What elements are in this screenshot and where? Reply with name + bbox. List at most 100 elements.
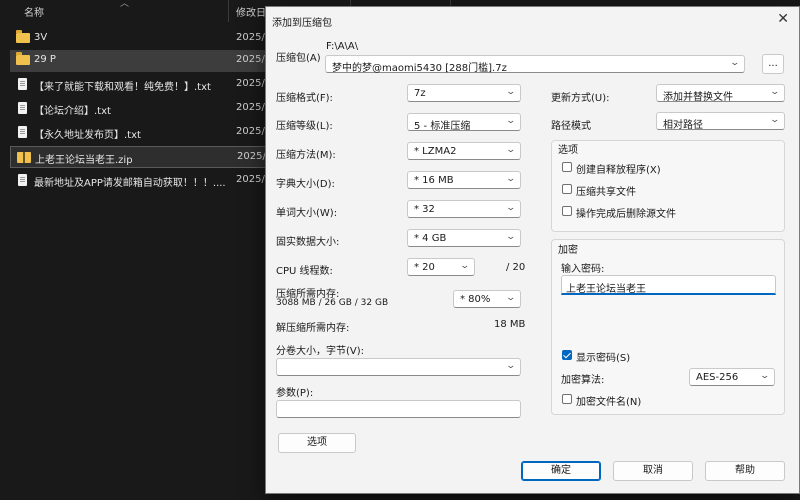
decomp-label: 解压缩所需内存: bbox=[276, 323, 350, 334]
help-button[interactable]: 帮助 bbox=[705, 461, 785, 481]
chevron-down-icon: ⌄ bbox=[505, 361, 517, 371]
file-row-txt1[interactable]: 【来了就能下载和观看！纯免费！】.txt 2025/ bbox=[10, 74, 270, 96]
file-row-29p[interactable]: 29 P 2025/ bbox=[10, 50, 270, 72]
file-row-txt4[interactable]: 最新地址及APP请发邮箱自动获取！！！.... 2025/ bbox=[10, 170, 270, 192]
chevron-down-icon: ⌄ bbox=[459, 261, 471, 271]
file-name: 3V bbox=[34, 32, 48, 43]
file-date: 2025/ bbox=[236, 174, 265, 185]
cpu-select[interactable]: * 20 ⌄ bbox=[407, 258, 475, 276]
text-file-icon bbox=[16, 102, 27, 115]
file-date: 2025/ bbox=[236, 54, 265, 65]
update-label: 更新方式(U): bbox=[551, 93, 610, 104]
format-value: 7z bbox=[414, 88, 426, 99]
file-name: 最新地址及APP请发邮箱自动获取！！！.... bbox=[34, 178, 226, 189]
encrypt-names-checkbox[interactable] bbox=[562, 394, 572, 404]
cpu-label: CPU 线程数: bbox=[276, 266, 333, 277]
show-password-label: 显示密码(S) bbox=[576, 353, 631, 364]
password-label: 输入密码: bbox=[561, 264, 605, 275]
browse-button[interactable]: ... bbox=[762, 54, 784, 74]
chevron-down-icon: ⌄ bbox=[505, 116, 517, 126]
solid-select[interactable]: * 4 GB ⌄ bbox=[407, 229, 521, 247]
path-select[interactable]: 相对路径 ⌄ bbox=[656, 112, 785, 131]
solid-label: 固实数据大小: bbox=[276, 237, 340, 248]
password-value: 上老王论坛当老王 bbox=[566, 284, 646, 295]
text-file-icon bbox=[16, 78, 27, 91]
file-row-txt3[interactable]: 【永久地址发布页】.txt 2025/ bbox=[10, 122, 270, 144]
folder-icon bbox=[16, 52, 30, 65]
file-date: 2025/ bbox=[236, 32, 265, 43]
file-date: 2025/ bbox=[236, 102, 265, 113]
file-date: 2025/ bbox=[236, 78, 265, 89]
options-group-title: 选项 bbox=[558, 145, 578, 156]
dialog-titlebar: 添加到压缩包 ✕ bbox=[266, 7, 799, 33]
chevron-down-icon: ⌄ bbox=[505, 203, 517, 213]
word-value: * 32 bbox=[414, 204, 435, 215]
file-name: 【来了就能下载和观看！纯免费！】.txt bbox=[34, 82, 211, 93]
format-select[interactable]: 7z ⌄ bbox=[407, 84, 521, 102]
text-file-icon bbox=[16, 174, 27, 187]
update-value: 添加并替换文件 bbox=[663, 92, 733, 103]
shared-checkbox[interactable] bbox=[562, 184, 572, 194]
cancel-button[interactable]: 取消 bbox=[613, 461, 693, 481]
chevron-down-icon: ⌄ bbox=[505, 174, 517, 184]
chevron-down-icon: ⌄ bbox=[505, 293, 517, 303]
dict-value: * 16 MB bbox=[414, 175, 454, 186]
shared-label: 压缩共享文件 bbox=[576, 187, 636, 198]
text-file-icon bbox=[16, 126, 27, 139]
file-name: 【永久地址发布页】.txt bbox=[34, 130, 141, 141]
column-name[interactable]: 名称 bbox=[24, 4, 44, 19]
cpu-max: / 20 bbox=[506, 262, 526, 273]
file-name: 【论坛介绍】.txt bbox=[34, 106, 111, 117]
delete-checkbox[interactable] bbox=[562, 206, 572, 216]
mem-detail: 3088 MB / 26 GB / 32 GB bbox=[276, 298, 389, 308]
file-row-txt2[interactable]: 【论坛介绍】.txt 2025/ bbox=[10, 98, 270, 120]
split-label: 分卷大小，字节(V): bbox=[276, 346, 365, 357]
file-name: 29 P bbox=[34, 54, 56, 65]
params-label: 参数(P): bbox=[276, 388, 314, 399]
options-button[interactable]: 选项 bbox=[278, 433, 356, 453]
update-select[interactable]: 添加并替换文件 ⌄ bbox=[656, 84, 785, 103]
column-divider bbox=[228, 0, 229, 22]
enc-method-select[interactable]: AES-256 ⌄ bbox=[689, 368, 775, 386]
enc-method-label: 加密算法: bbox=[561, 375, 605, 386]
solid-value: * 4 GB bbox=[414, 233, 447, 244]
ok-button[interactable]: 确定 bbox=[521, 461, 601, 481]
chevron-down-icon: ⌄ bbox=[769, 87, 781, 97]
mem-select[interactable]: * 80% ⌄ bbox=[453, 290, 521, 308]
level-label: 压缩等级(L): bbox=[276, 121, 333, 132]
sort-up-icon: ︿ bbox=[120, 0, 130, 9]
archive-name-combo[interactable]: 梦中的梦@maomi5430 [288门槛].7z ⌄ bbox=[325, 55, 745, 74]
chevron-down-icon: ⌄ bbox=[729, 58, 741, 68]
mem-value: * 80% bbox=[460, 294, 491, 305]
dict-select[interactable]: * 16 MB ⌄ bbox=[407, 171, 521, 189]
enc-method-value: AES-256 bbox=[696, 372, 739, 383]
path-label: 路径模式 bbox=[551, 121, 591, 132]
decomp-value: 18 MB bbox=[494, 319, 526, 330]
cpu-value: * 20 bbox=[414, 262, 435, 273]
sfx-checkbox[interactable] bbox=[562, 162, 572, 172]
level-select[interactable]: 5 - 标准压缩 ⌄ bbox=[407, 113, 521, 132]
path-value: 相对路径 bbox=[663, 120, 703, 131]
password-input[interactable]: 上老王论坛当老王 bbox=[561, 275, 776, 295]
chevron-down-icon: ⌄ bbox=[505, 145, 517, 155]
add-to-archive-dialog: 添加到压缩包 ✕ 压缩包(A) F:\A\A\ 梦中的梦@maomi5430 [… bbox=[265, 6, 800, 494]
encrypt-names-label: 加密文件名(N) bbox=[576, 397, 642, 408]
chevron-down-icon: ⌄ bbox=[759, 371, 771, 381]
chevron-down-icon: ⌄ bbox=[769, 115, 781, 125]
word-select[interactable]: * 32 ⌄ bbox=[407, 200, 521, 218]
dict-label: 字典大小(D): bbox=[276, 179, 335, 190]
file-date: 2025/ bbox=[237, 151, 266, 162]
close-icon[interactable]: ✕ bbox=[777, 11, 789, 27]
archive-name-value: 梦中的梦@maomi5430 [288门槛].7z bbox=[332, 63, 507, 74]
sfx-label: 创建自释放程序(X) bbox=[576, 165, 661, 176]
method-select[interactable]: * LZMA2 ⌄ bbox=[407, 142, 521, 160]
split-combo[interactable]: ⌄ bbox=[276, 358, 521, 376]
folder-icon bbox=[16, 30, 30, 43]
file-date: 2025/ bbox=[236, 126, 265, 137]
file-row-3v[interactable]: 3V 2025/ bbox=[10, 28, 270, 50]
params-input[interactable] bbox=[276, 400, 521, 418]
file-row-zip[interactable]: 上老王论坛当老王.zip 2025/ bbox=[10, 146, 270, 168]
method-value: * LZMA2 bbox=[414, 146, 457, 157]
show-password-checkbox[interactable] bbox=[562, 350, 572, 360]
file-name: 上老王论坛当老王.zip bbox=[35, 155, 133, 166]
